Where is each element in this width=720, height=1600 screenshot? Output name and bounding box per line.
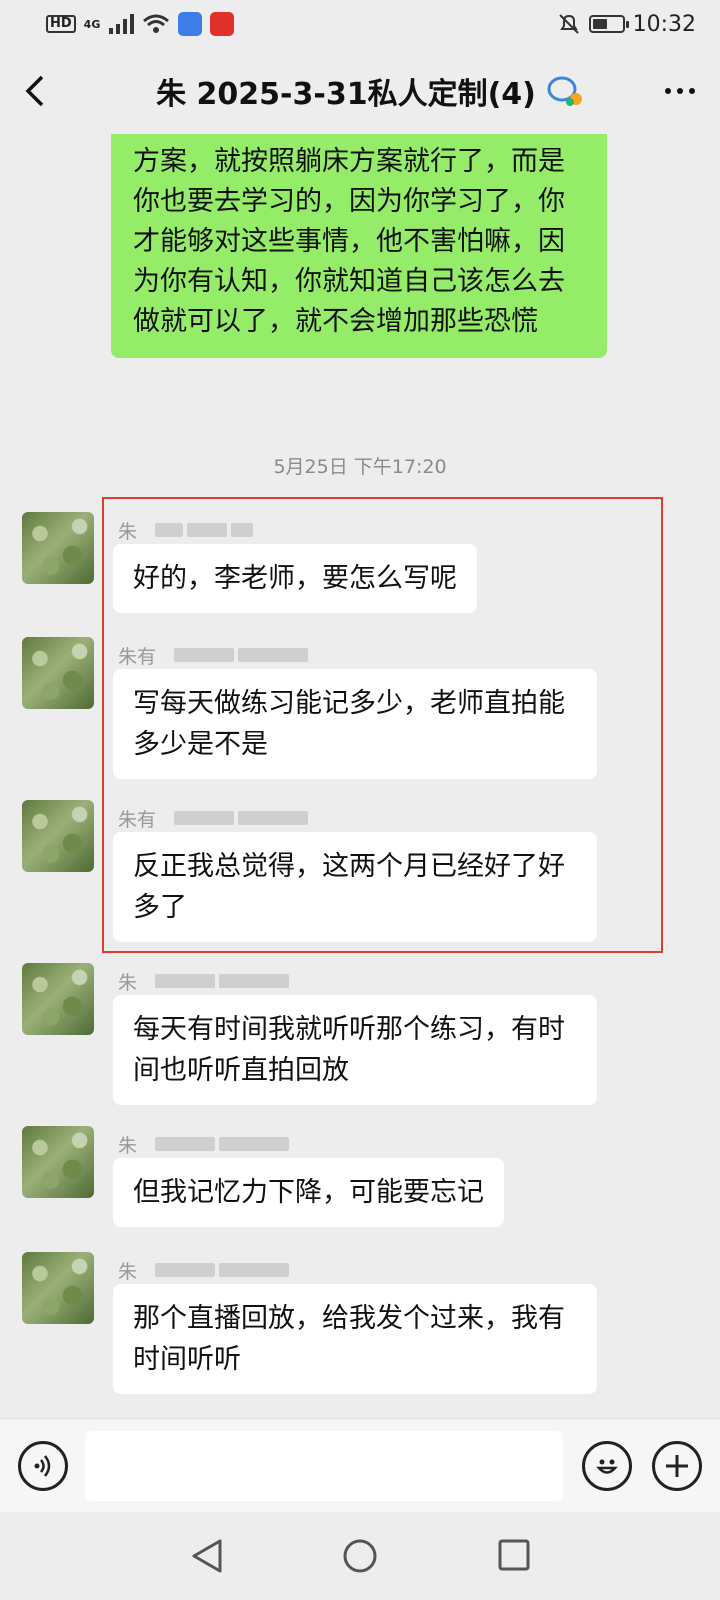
incoming-message[interactable]: 但我记忆力下降，可能要忘记 xyxy=(113,1158,504,1227)
chevron-left-icon xyxy=(25,75,44,107)
sender-label: 朱 xyxy=(118,1132,290,1157)
redaction xyxy=(174,811,235,825)
sender-label: 朱有 xyxy=(118,643,309,668)
system-nav-bar xyxy=(0,1512,720,1600)
redaction xyxy=(238,648,309,662)
input-bar xyxy=(0,1418,720,1512)
status-left: HD 4G xyxy=(46,12,235,36)
redaction xyxy=(155,974,216,988)
redaction xyxy=(155,523,184,537)
wifi-icon xyxy=(143,14,170,33)
app-notification-icon xyxy=(178,12,203,36)
chat-header: 朱 2025-3-31私人定制(4) xyxy=(0,48,720,134)
sender-label: 朱 xyxy=(118,518,254,543)
redaction xyxy=(219,974,290,988)
signal-icon xyxy=(109,14,135,34)
nav-back-icon[interactable] xyxy=(190,1538,224,1574)
message-input[interactable] xyxy=(85,1431,563,1501)
more-actions-button[interactable] xyxy=(652,1441,702,1491)
incoming-message[interactable]: 好的，李老师，要怎么写呢 xyxy=(113,544,477,613)
battery-icon xyxy=(588,15,629,33)
sender-name: 朱有 xyxy=(118,645,157,668)
page-title: 朱 2025-3-31私人定制(4) xyxy=(156,77,536,112)
nav-home-icon[interactable] xyxy=(342,1538,378,1574)
sender-name: 朱 xyxy=(118,1134,138,1157)
voice-icon xyxy=(34,1455,51,1477)
emoji-button[interactable] xyxy=(582,1441,632,1491)
redaction xyxy=(155,1137,216,1151)
plus-icon xyxy=(666,1455,688,1477)
avatar[interactable] xyxy=(22,800,94,872)
network-indicator: 4G xyxy=(83,17,101,31)
mute-bell-icon xyxy=(558,14,579,34)
more-icon xyxy=(665,88,695,94)
hd-indicator: HD xyxy=(46,15,76,33)
avatar[interactable] xyxy=(22,1126,94,1198)
voice-input-button[interactable] xyxy=(18,1441,68,1491)
clock: 10:32 xyxy=(632,11,696,37)
nav-recent-apps-icon[interactable] xyxy=(497,1538,531,1572)
redaction xyxy=(231,523,254,537)
sender-label: 朱 xyxy=(118,969,290,994)
avatar[interactable] xyxy=(22,512,94,584)
title-wrap: 朱 2025-3-31私人定制(4) xyxy=(70,69,640,113)
redaction xyxy=(219,1137,290,1151)
battery-level xyxy=(592,19,607,29)
app-notification-icon xyxy=(210,12,235,36)
emoji-icon xyxy=(596,1459,618,1474)
sender-name: 朱 xyxy=(118,520,138,543)
redaction xyxy=(219,1263,290,1277)
outgoing-message[interactable]: 方案，就按照躺床方案就行了，而是你也要去学习的，因为你学习了，你才能够对这些事情… xyxy=(111,134,607,358)
incoming-message[interactable]: 每天有时间我就听听那个练习，有时间也听听直拍回放 xyxy=(113,995,597,1105)
redaction xyxy=(187,523,228,537)
time-separator: 5月25日 下午17:20 xyxy=(273,456,447,478)
more-options-button[interactable] xyxy=(640,48,720,134)
incoming-message[interactable]: 写每天做练习能记多少，老师直拍能多少是不是 xyxy=(113,669,597,779)
back-button[interactable] xyxy=(0,48,70,134)
sender-label: 朱有 xyxy=(118,806,309,831)
redaction xyxy=(155,1263,216,1277)
avatar[interactable] xyxy=(22,963,94,1035)
redaction xyxy=(174,648,235,662)
redaction xyxy=(238,811,309,825)
status-bar: HD 4G 10:32 xyxy=(0,0,720,48)
incoming-message[interactable]: 那个直播回放，给我发个过来，我有时间听听 xyxy=(113,1284,597,1394)
status-right: 10:32 xyxy=(557,12,696,37)
group-chat-icon[interactable] xyxy=(546,74,584,108)
sender-name: 朱有 xyxy=(118,808,157,831)
sender-name: 朱 xyxy=(118,971,138,994)
chat-area[interactable]: 方案，就按照躺床方案就行了，而是你也要去学习的，因为你学习了，你才能够对这些事情… xyxy=(0,134,720,1418)
incoming-message[interactable]: 反正我总觉得，这两个月已经好了好多了 xyxy=(113,832,597,942)
avatar[interactable] xyxy=(22,637,94,709)
sender-name: 朱 xyxy=(118,1260,138,1283)
avatar[interactable] xyxy=(22,1252,94,1324)
sender-label: 朱 xyxy=(118,1258,290,1283)
